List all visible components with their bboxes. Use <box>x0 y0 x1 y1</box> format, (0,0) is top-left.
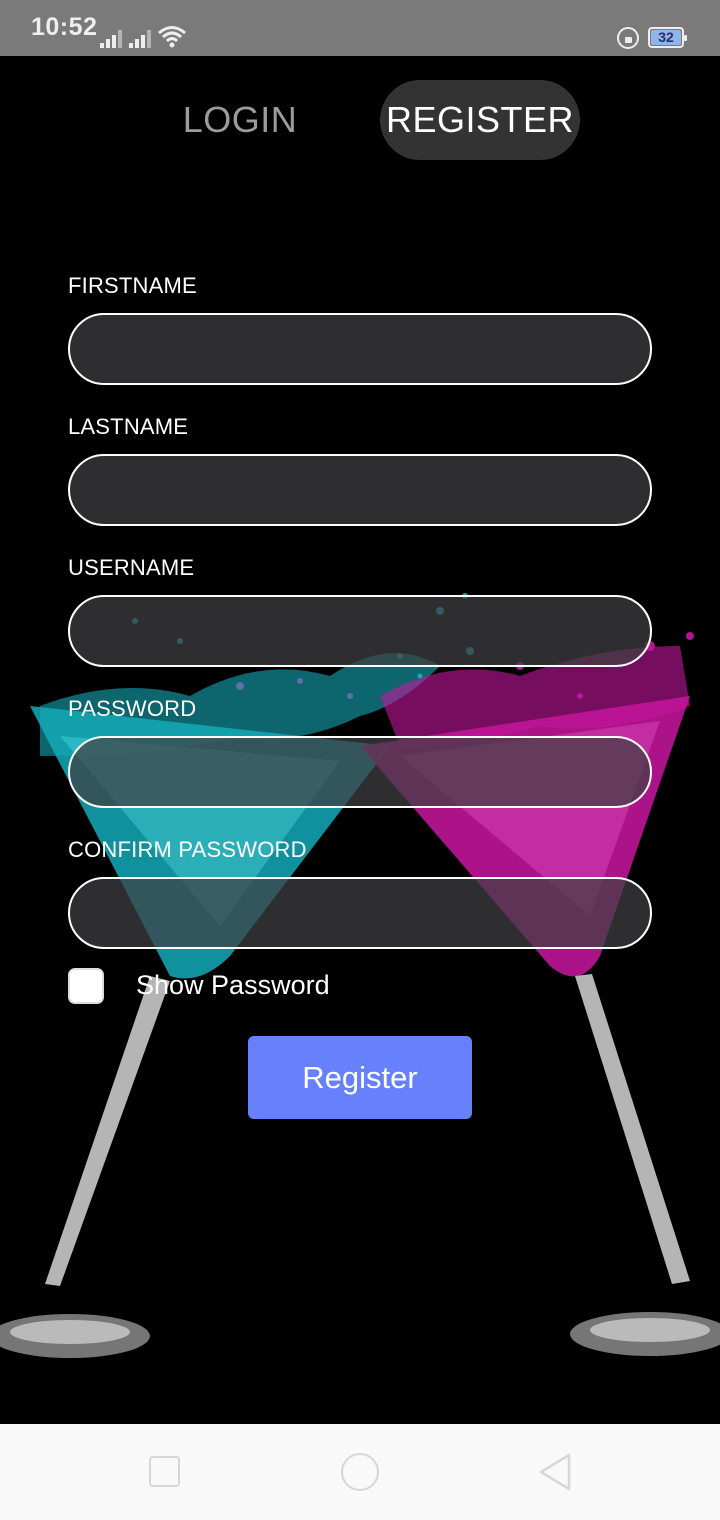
register-button[interactable]: Register <box>248 1036 472 1119</box>
recents-icon[interactable] <box>149 1456 180 1487</box>
password-label: PASSWORD <box>68 696 197 721</box>
confirm-password-field[interactable] <box>68 877 652 949</box>
confirm-password-label: CONFIRM PASSWORD <box>68 837 307 862</box>
signal-icon <box>100 28 122 48</box>
back-icon[interactable] <box>537 1452 573 1492</box>
wifi-icon <box>158 26 186 48</box>
lock-rotation-icon <box>617 27 639 49</box>
status-bar: 10:52 32 <box>0 0 720 56</box>
tab-register[interactable]: REGISTER <box>380 80 580 160</box>
show-password-checkbox[interactable] <box>68 968 104 1004</box>
firstname-label: FIRSTNAME <box>68 273 197 298</box>
tab-login[interactable]: LOGIN <box>160 80 320 160</box>
lastname-field[interactable] <box>68 454 652 526</box>
password-field[interactable] <box>68 736 652 808</box>
lastname-label: LASTNAME <box>68 414 189 439</box>
battery-level: 32 <box>651 30 681 45</box>
status-time: 10:52 <box>31 13 98 41</box>
username-field[interactable] <box>68 595 652 667</box>
home-icon[interactable] <box>341 1453 379 1491</box>
battery-icon: 32 <box>648 27 687 48</box>
username-label: USERNAME <box>68 555 195 580</box>
firstname-field[interactable] <box>68 313 652 385</box>
signal-icon <box>129 28 151 48</box>
show-password-label[interactable]: Show Password <box>136 970 330 1001</box>
